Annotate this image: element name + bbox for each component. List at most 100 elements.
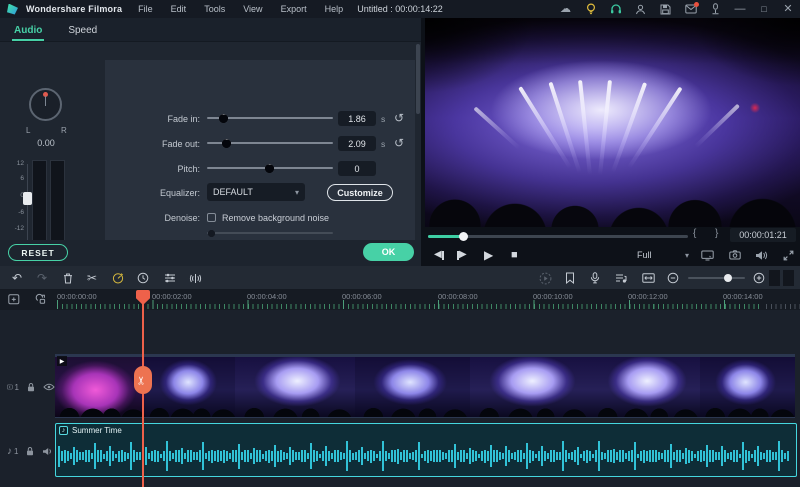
volume-knob[interactable] <box>29 88 62 121</box>
tab-audio[interactable]: Audio <box>12 20 44 40</box>
timeline-zoom-slider[interactable] <box>688 277 745 279</box>
preview-seekbar[interactable] <box>428 235 688 238</box>
denoise-checkbox[interactable] <box>207 213 216 222</box>
support-headset-icon[interactable] <box>603 0 628 18</box>
stop-button[interactable]: ■ <box>511 250 518 261</box>
meter-tick: 0 <box>10 192 24 199</box>
pitch-slider[interactable] <box>207 160 333 176</box>
render-preview-icon[interactable] <box>534 266 556 290</box>
redo-icon[interactable]: ↷ <box>31 266 53 290</box>
color-adjust-icon[interactable] <box>159 266 181 290</box>
menu-help[interactable]: Help <box>325 4 344 14</box>
cloud-icon[interactable]: ☁ <box>553 0 578 18</box>
zoom-out-icon[interactable] <box>662 266 684 290</box>
pitch-label: Pitch: <box>125 164 200 174</box>
meter-tick: 6 <box>10 175 24 182</box>
detach-audio-icon[interactable] <box>184 266 206 290</box>
meter-tick: -12 <box>10 225 24 232</box>
account-icon[interactable] <box>628 0 653 18</box>
link-icon[interactable] <box>34 293 47 305</box>
previous-frame-button[interactable]: ◀ <box>434 250 444 260</box>
panel-scrollbar[interactable] <box>416 44 420 114</box>
lock-icon[interactable] <box>25 446 35 456</box>
record-stand-icon[interactable] <box>703 0 728 18</box>
save-icon[interactable] <box>653 0 678 18</box>
speed-icon[interactable] <box>107 266 129 290</box>
cut-scissors-badge[interactable]: ✂ <box>134 366 152 394</box>
tips-bulb-icon[interactable] <box>578 0 603 18</box>
timeline-ruler[interactable]: 00:00:00:00 00:00:02:00 00:00:04:00 00:0… <box>0 290 800 310</box>
titlebar: Wondershare Filmora File Edit Tools View… <box>0 0 800 18</box>
play-button[interactable]: ▶ <box>484 249 493 261</box>
undo-icon[interactable]: ↶ <box>6 266 28 290</box>
audio-edit-panel: Audio Speed L R 0.00 12 6 0 -6 -12 <box>0 18 421 266</box>
split-scissors-icon[interactable]: ✂ <box>81 266 103 290</box>
meter-slider-handle[interactable] <box>23 192 32 205</box>
clip-thumbnail <box>700 357 795 417</box>
maximize-button[interactable]: □ <box>752 0 776 18</box>
feedback-mail-icon[interactable] <box>678 0 703 18</box>
speaker-icon[interactable] <box>42 447 53 456</box>
panel-tabbar: Audio Speed <box>0 18 421 42</box>
minimize-button[interactable]: — <box>728 0 752 18</box>
tab-speed[interactable]: Speed <box>66 20 99 40</box>
mark-in-icon[interactable]: { <box>693 228 696 239</box>
menu-file[interactable]: File <box>138 4 153 14</box>
menu-tools[interactable]: Tools <box>204 4 225 14</box>
track-view-toggle[interactable] <box>769 270 780 286</box>
fullscreen-icon[interactable] <box>783 250 794 261</box>
timeline-toolbar: ↶ ↷ ✂ <box>0 266 800 290</box>
marker-flag-icon[interactable] <box>559 266 581 290</box>
knob-left-label: L <box>26 126 30 135</box>
delete-icon[interactable] <box>57 266 79 290</box>
timeline-panel: ↶ ↷ ✂ <box>0 266 800 487</box>
customize-button[interactable]: Customize <box>327 184 393 201</box>
seekbar-thumb[interactable] <box>459 232 468 241</box>
fade-out-slider[interactable] <box>207 135 333 151</box>
preview-zoom-dropdown[interactable]: Full ▾ <box>637 247 689 263</box>
audio-track-icon: ♪ <box>7 446 12 457</box>
menu-export[interactable]: Export <box>281 4 307 14</box>
video-clip[interactable]: ▶ <box>55 354 795 418</box>
fade-in-reset-icon[interactable]: ↺ <box>394 112 404 124</box>
mark-out-icon[interactable]: } <box>715 228 718 239</box>
reset-button[interactable]: RESET <box>8 244 68 261</box>
preview-zoom-value: Full <box>637 250 652 260</box>
menu-view[interactable]: View <box>243 4 262 14</box>
equalizer-dropdown[interactable]: DEFAULT ▾ <box>207 183 305 201</box>
lock-icon[interactable] <box>26 382 36 392</box>
add-marker-icon[interactable] <box>8 293 21 305</box>
timeline-zoom-thumb[interactable] <box>724 274 732 282</box>
zoom-in-icon[interactable] <box>748 266 770 290</box>
video-track-header: 1 <box>0 355 55 419</box>
track-view-toggle[interactable] <box>783 270 794 286</box>
volume-value: 0.00 <box>0 138 92 148</box>
video-preview[interactable] <box>425 18 800 227</box>
close-button[interactable]: ✕ <box>776 0 800 18</box>
chevron-down-icon: ▾ <box>685 251 689 260</box>
pitch-value[interactable]: 0 <box>338 161 376 176</box>
audio-mixer-icon[interactable] <box>610 266 632 290</box>
fade-in-slider[interactable] <box>207 110 333 126</box>
fit-timeline-icon[interactable] <box>637 266 659 290</box>
eye-icon[interactable] <box>43 383 55 391</box>
audio-waveform <box>58 438 794 474</box>
second-display-icon[interactable] <box>701 250 714 261</box>
voiceover-mic-icon[interactable] <box>584 266 606 290</box>
fade-out-unit: s <box>381 139 385 149</box>
duration-clock-icon[interactable] <box>132 266 154 290</box>
clip-thumbnail <box>590 357 700 417</box>
audio-track-header: ♪ 1 <box>0 424 55 478</box>
menu-edit[interactable]: Edit <box>171 4 187 14</box>
next-frame-button[interactable]: ▶ <box>457 250 467 260</box>
snapshot-camera-icon[interactable] <box>729 250 741 260</box>
fade-out-reset-icon[interactable]: ↺ <box>394 137 404 149</box>
filmora-window: Wondershare Filmora File Edit Tools View… <box>0 0 800 487</box>
audio-clip-label: Summer Time <box>72 426 122 435</box>
volume-icon[interactable] <box>755 250 768 261</box>
ok-button[interactable]: OK <box>363 243 414 261</box>
clip-thumbnail <box>355 357 470 417</box>
audio-clip[interactable]: ♪ Summer Time <box>55 423 797 477</box>
fade-out-value[interactable]: 2.09 <box>338 136 376 151</box>
fade-in-value[interactable]: 1.86 <box>338 111 376 126</box>
